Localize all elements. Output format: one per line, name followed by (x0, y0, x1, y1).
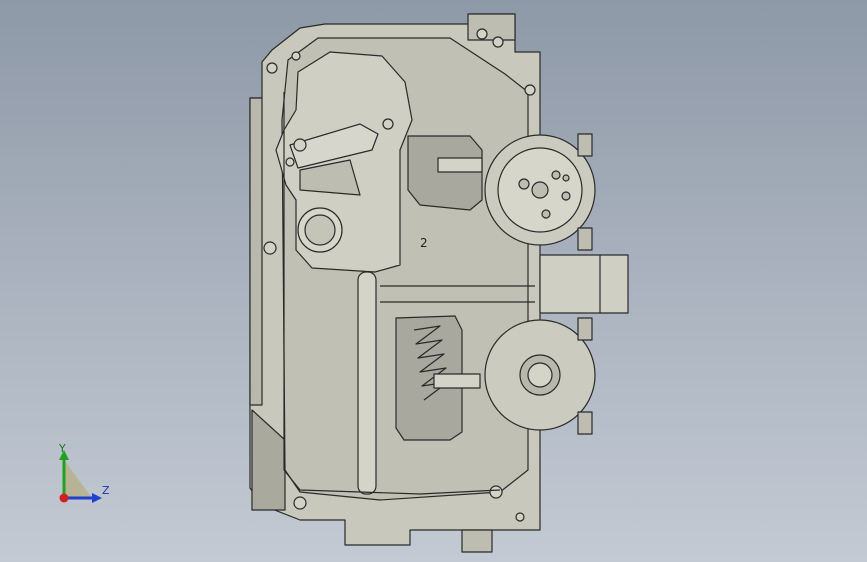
mount-hole (476, 28, 488, 40)
z-axis-label: Z (102, 484, 110, 497)
bottom-boss (461, 529, 493, 553)
bolt (577, 411, 593, 435)
mount-hole (266, 62, 278, 74)
mount-hole (291, 51, 301, 61)
bolt (577, 227, 593, 251)
mount-hole (524, 84, 536, 96)
x-axis-icon (59, 493, 69, 503)
valve-stem (433, 373, 481, 389)
upper-port (407, 135, 483, 211)
engraved-mark: 2 (420, 236, 428, 250)
bolt (577, 317, 593, 341)
bolt (577, 133, 593, 157)
mount-hole (285, 157, 295, 167)
left-flange (249, 97, 263, 406)
side-port (539, 254, 629, 314)
mount-hole (263, 241, 277, 255)
mount-hole (382, 118, 394, 130)
cad-model[interactable]: 2 (0, 0, 867, 562)
y-axis-label: Y (59, 442, 66, 455)
mount-hole (293, 138, 307, 152)
valve-stem (437, 157, 483, 173)
vertical-rod (357, 271, 377, 495)
coordinate-triad[interactable]: Y Z (40, 440, 130, 510)
top-boss (467, 13, 516, 41)
mount-hole (489, 485, 503, 499)
triad-plane-icon (64, 460, 92, 498)
graphics-viewport[interactable]: 2 Y Z (0, 0, 867, 562)
mount-hole (492, 36, 504, 48)
mount-hole (515, 512, 525, 522)
mount-hole (293, 496, 307, 510)
